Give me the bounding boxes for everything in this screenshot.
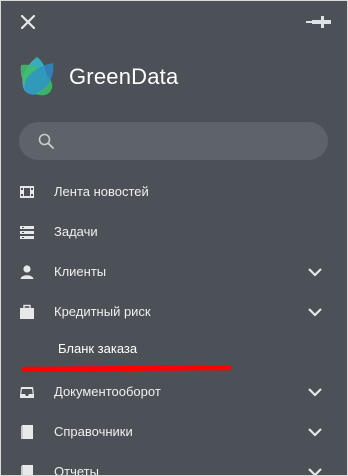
film-icon — [19, 184, 35, 200]
sidebar-item-label: Отчеты — [54, 464, 99, 476]
chevron-down-icon[interactable] — [307, 265, 323, 279]
sidebar-item-credit-risk[interactable]: Кредитный риск — [1, 292, 347, 332]
greendata-logo-icon — [15, 55, 59, 99]
tasks-icon — [19, 224, 35, 240]
search-input[interactable] — [65, 122, 319, 162]
sidebar-item-news-feed[interactable]: Лента новостей — [1, 172, 347, 212]
sidebar-subitem-label: Бланк заказа — [58, 341, 138, 356]
sidebar-menu: Лента новостей Задачи Клиенты Кредитный … — [1, 172, 347, 476]
sidebar-topbar — [1, 1, 347, 45]
brand: GreenData — [15, 53, 178, 101]
sidebar-item-label: Документооборот — [54, 384, 161, 399]
sidebar-item-label: Кредитный риск — [54, 304, 151, 319]
sidebar-item-tasks[interactable]: Задачи — [1, 212, 347, 252]
brand-name: GreenData — [69, 64, 179, 89]
chevron-down-icon[interactable] — [307, 305, 323, 319]
sidebar-item-label: Справочники — [54, 424, 133, 439]
pin-icon[interactable] — [304, 11, 334, 33]
sidebar-panel: GreenData Лента новостей Задачи Клиенты … — [0, 0, 348, 476]
user-icon — [19, 264, 35, 280]
sidebar-item-document-flow[interactable]: Документооборот — [1, 372, 347, 412]
chevron-down-icon[interactable] — [307, 385, 323, 399]
chevron-down-icon[interactable] — [307, 425, 323, 439]
inbox-icon — [19, 384, 35, 400]
close-icon[interactable] — [17, 11, 39, 33]
sidebar-item-reports[interactable]: Отчеты — [1, 452, 347, 476]
sidebar-item-label: Задачи — [54, 224, 98, 239]
sidebar-item-clients[interactable]: Клиенты — [1, 252, 347, 292]
chevron-down-icon[interactable] — [307, 465, 323, 475]
search-box[interactable] — [19, 122, 328, 162]
report-icon — [19, 464, 35, 475]
sidebar-item-reference-books[interactable]: Справочники — [1, 412, 347, 452]
sidebar-item-label: Лента новостей — [54, 184, 149, 199]
sidebar-item-label: Клиенты — [54, 264, 107, 279]
briefcase-icon — [19, 304, 35, 320]
search-icon — [38, 133, 54, 149]
book-icon — [19, 424, 35, 440]
